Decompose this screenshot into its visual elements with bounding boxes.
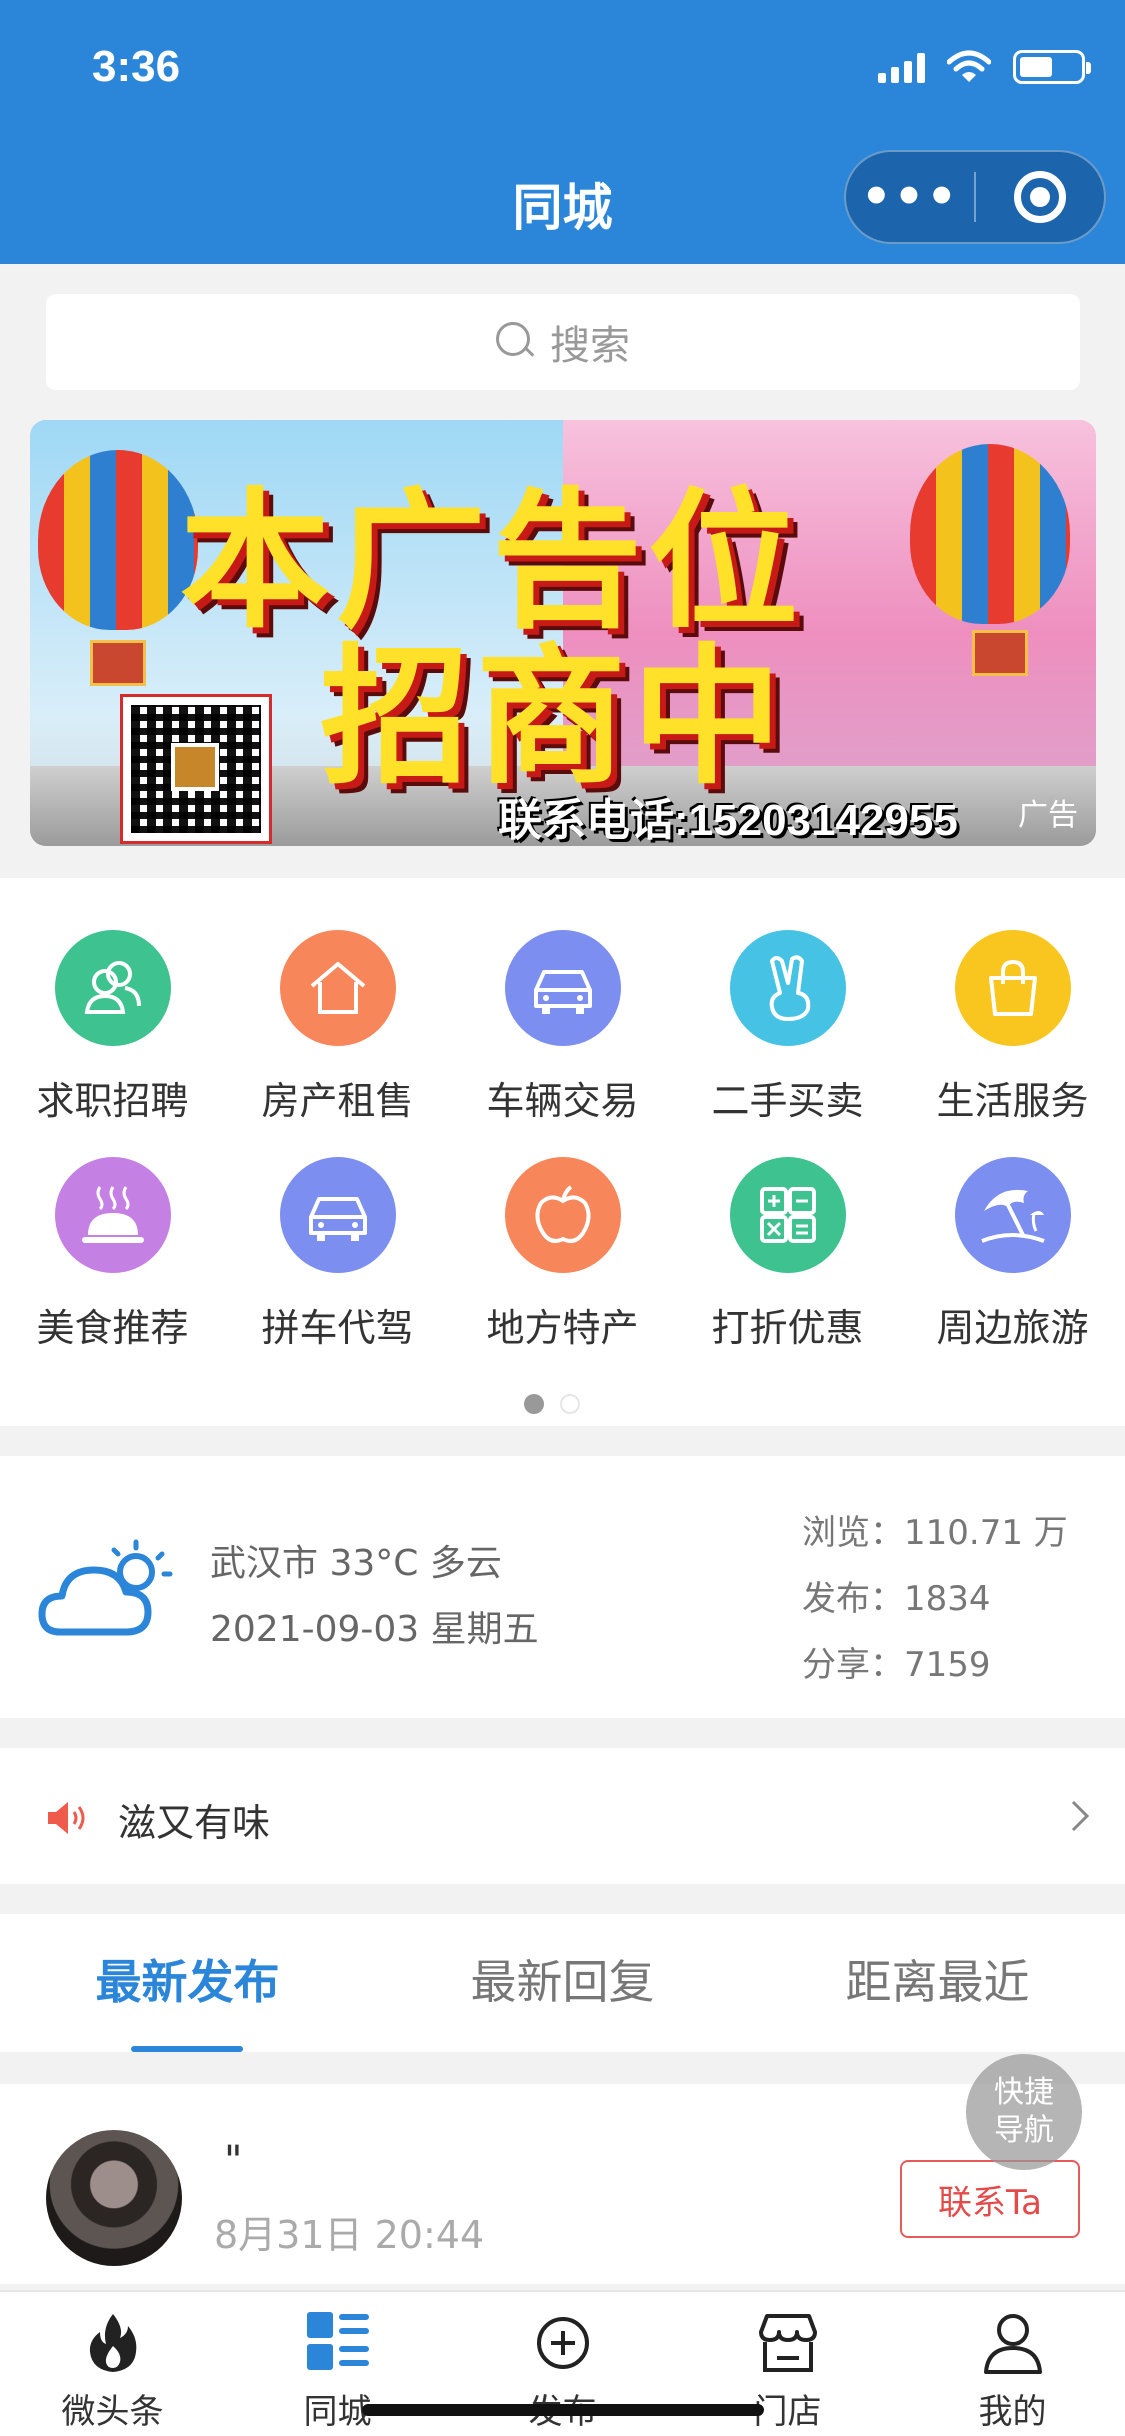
store-icon	[758, 2314, 817, 2372]
balloon-left-image	[38, 450, 198, 630]
contact-button[interactable]: 联系Ta	[900, 2160, 1080, 2238]
qr-code-image	[120, 694, 272, 844]
city-stats: 浏览：110.71 万 发布：1834 分享：7159	[802, 1500, 1068, 1698]
tab-latest-posts[interactable]: 最新发布	[0, 1914, 375, 2052]
category-label: 求职招聘	[36, 1079, 189, 1123]
weather-summary: 武汉市 33°C 多云	[210, 1543, 502, 1584]
victory-hand-icon	[729, 930, 846, 1046]
banner-subheadline: 招商中	[320, 629, 789, 805]
car-icon	[504, 930, 621, 1046]
stat-posts: 发布：1834	[802, 1579, 991, 1619]
chevron-right-icon	[1071, 1800, 1090, 1832]
user-icon	[983, 2314, 1042, 2374]
more-dots-icon[interactable]: •••	[846, 173, 974, 221]
stat-views: 浏览：110.71 万	[802, 1513, 1068, 1553]
city-info-card: 武汉市 33°C 多云 2021-09-03 星期五 浏览：110.71 万 发…	[0, 1456, 1125, 1718]
tab-nearest[interactable]: 距离最近	[750, 1914, 1125, 2052]
tabbar-label: 微头条	[61, 2392, 164, 2432]
beach-umbrella-icon	[954, 1157, 1071, 1273]
list-grid-icon	[306, 2312, 369, 2370]
battery-icon	[1013, 50, 1091, 84]
category-label: 拼车代驾	[261, 1306, 414, 1350]
category-item[interactable]: 车辆交易	[450, 930, 675, 1125]
category-label: 美食推荐	[36, 1306, 189, 1350]
target-icon	[1014, 171, 1066, 223]
category-label: 房产租售	[261, 1079, 414, 1123]
category-item[interactable]: 美食推荐	[0, 1157, 225, 1352]
cloudy-weather-icon	[38, 1539, 173, 1636]
status-icons	[878, 50, 1091, 84]
quick-nav-line1: 快捷	[994, 2075, 1054, 2110]
category-item[interactable]: 房产租售	[225, 930, 450, 1125]
category-item[interactable]: 二手买卖	[675, 930, 900, 1125]
banner-phone: 联系电话:15203142955	[498, 796, 958, 845]
category-label: 车辆交易	[486, 1079, 639, 1123]
status-time: 3:36	[92, 42, 181, 91]
calculator-icon	[729, 1157, 846, 1273]
page-indicator	[524, 1394, 580, 1414]
close-target-button[interactable]	[976, 171, 1104, 223]
post-card[interactable]: " 8月31日 20:44 联系Ta	[0, 2084, 1125, 2284]
category-list: 求职招聘 房产租售 车辆交易 二手买卖 生活服务美食推荐 拼车代驾 地方特产 打折优惠 周边旅游	[0, 930, 1125, 1352]
search-placeholder: 搜索	[550, 323, 630, 369]
category-item[interactable]: 打折优惠	[675, 1157, 900, 1352]
category-item[interactable]: 地方特产	[450, 1157, 675, 1352]
ad-banner[interactable]: 本广告位 招商中 联系电话:15203142955 广告	[30, 420, 1096, 846]
quick-nav-line2: 导航	[994, 2113, 1054, 2148]
ad-tag: 广告	[1018, 798, 1078, 833]
tabbar-item-mine[interactable]: 我的	[900, 2292, 1125, 2436]
house-icon	[279, 930, 396, 1046]
date-weekday: 2021-09-03 星期五	[210, 1609, 539, 1650]
page-dot-active	[524, 1394, 544, 1414]
shopping-bag-icon	[954, 930, 1071, 1046]
category-item[interactable]: 周边旅游	[900, 1157, 1125, 1352]
mini-program-capsule: •••	[844, 150, 1106, 244]
balloon-right-image	[910, 444, 1070, 624]
signal-icon	[878, 51, 925, 83]
tab-latest-replies[interactable]: 最新回复	[375, 1914, 750, 2052]
quick-nav-button[interactable]: 快捷 导航	[966, 2054, 1082, 2170]
car-icon	[279, 1157, 396, 1273]
tabbar-label: 我的	[978, 2392, 1047, 2432]
notice-bar[interactable]: 滋又有味	[0, 1748, 1125, 1884]
tabbar-item-headlines[interactable]: 微头条	[0, 2292, 225, 2436]
search-input[interactable]: 搜索	[46, 294, 1080, 390]
people-icon	[54, 930, 171, 1046]
category-label: 二手买卖	[711, 1079, 864, 1123]
food-cloche-icon	[54, 1157, 171, 1273]
category-item[interactable]: 拼车代驾	[225, 1157, 450, 1352]
header-bar: 3:36 同城 •••	[0, 0, 1125, 264]
category-item[interactable]: 求职招聘	[0, 930, 225, 1125]
plus-circle-icon	[536, 2317, 589, 2369]
apple-icon	[504, 1157, 621, 1273]
feed-tabs: 最新发布 最新回复 距离最近	[0, 1914, 1125, 2052]
home-indicator	[362, 2404, 764, 2416]
search-icon	[496, 322, 536, 362]
notice-text: 滋又有味	[118, 1801, 271, 1845]
flame-icon	[89, 2314, 136, 2372]
category-label: 生活服务	[936, 1079, 1089, 1123]
gift-left-image	[90, 640, 146, 686]
category-label: 地方特产	[486, 1306, 639, 1350]
category-label: 打折优惠	[711, 1306, 864, 1350]
category-item[interactable]: 生活服务	[900, 930, 1125, 1125]
category-label: 周边旅游	[936, 1306, 1089, 1350]
speaker-icon	[48, 1802, 85, 1834]
page-dot	[560, 1394, 580, 1414]
wifi-icon	[947, 50, 991, 82]
stat-shares: 分享：7159	[802, 1645, 991, 1685]
post-time: 8月31日 20:44	[214, 2213, 485, 2257]
category-grid: 求职招聘 房产租售 车辆交易 二手买卖 生活服务美食推荐 拼车代驾 地方特产 打折优惠 周边旅游	[0, 878, 1125, 1426]
post-title: "	[224, 2138, 243, 2184]
gift-right-image	[972, 630, 1028, 676]
avatar[interactable]	[46, 2130, 182, 2266]
